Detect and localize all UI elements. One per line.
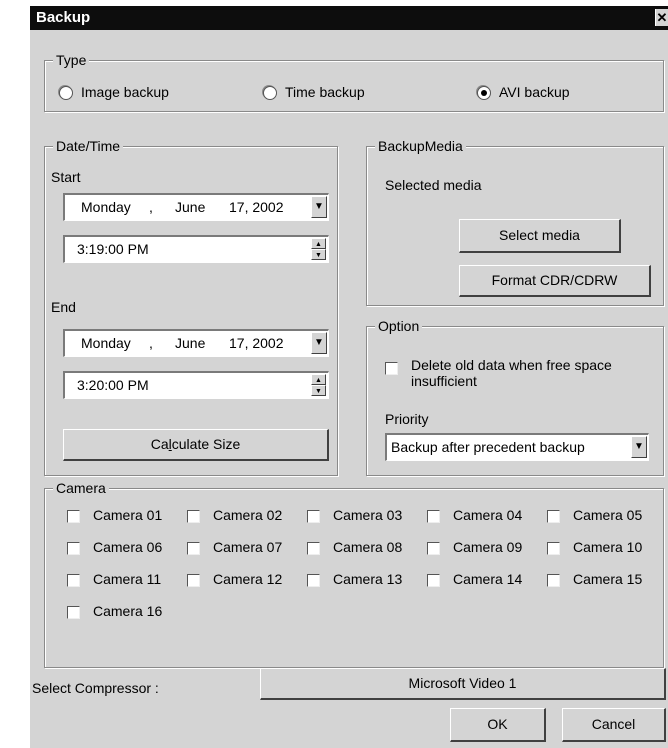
camera-label: Camera 12 bbox=[213, 571, 283, 587]
delete-old-data-checkbox[interactable] bbox=[385, 362, 398, 375]
type-group: Type Image backup Time backup AVI backup bbox=[44, 52, 664, 112]
backup-media-group-label: BackupMedia bbox=[375, 138, 466, 154]
calc-label-pre: Ca bbox=[150, 436, 169, 452]
chevron-down-icon[interactable]: ▼ bbox=[311, 332, 327, 354]
select-media-button[interactable]: Select media bbox=[459, 219, 621, 253]
camera-checkbox[interactable] bbox=[187, 510, 200, 523]
start-time-spinner[interactable]: ▲ ▼ bbox=[311, 238, 326, 260]
camera-checkbox[interactable] bbox=[427, 574, 440, 587]
option-group-label: Option bbox=[375, 318, 423, 334]
start-month: June bbox=[175, 199, 206, 215]
priority-value: Backup after precedent backup bbox=[391, 439, 585, 455]
datetime-group-label: Date/Time bbox=[53, 138, 124, 154]
backup-dialog: Backup ✕ Type Image backup Time backup A… bbox=[30, 6, 668, 748]
camera-checkbox[interactable] bbox=[67, 542, 80, 555]
camera-label: Camera 06 bbox=[93, 539, 163, 555]
cancel-button[interactable]: Cancel bbox=[562, 708, 666, 742]
camera-label: Camera 02 bbox=[213, 507, 283, 523]
camera-label: Camera 13 bbox=[333, 571, 403, 587]
calculate-size-button[interactable]: Calculate Size bbox=[63, 429, 329, 461]
camera-checkbox[interactable] bbox=[547, 542, 560, 555]
end-date-picker[interactable]: Monday , June 17, 2002 ▼ bbox=[63, 329, 329, 357]
chevron-down-icon[interactable]: ▼ bbox=[631, 436, 647, 458]
camera-checkbox[interactable] bbox=[67, 510, 80, 523]
camera-group-label: Camera bbox=[53, 480, 109, 496]
start-date-picker[interactable]: Monday , June 17, 2002 ▼ bbox=[63, 193, 329, 221]
end-weekday: Monday bbox=[81, 335, 131, 351]
camera-label: Camera 07 bbox=[213, 539, 283, 555]
camera-label: Camera 11 bbox=[93, 571, 162, 587]
radio-label: Image backup bbox=[81, 84, 169, 100]
camera-checkbox[interactable] bbox=[67, 574, 80, 587]
radio-label: Time backup bbox=[285, 84, 365, 100]
backup-media-group: BackupMedia Selected media Select media … bbox=[366, 138, 664, 306]
spin-down-icon[interactable]: ▼ bbox=[311, 249, 326, 260]
camera-label: Camera 09 bbox=[453, 539, 523, 555]
spin-up-icon[interactable]: ▲ bbox=[311, 374, 326, 385]
spin-down-icon[interactable]: ▼ bbox=[311, 385, 326, 396]
start-sep: , bbox=[149, 199, 153, 215]
camera-label: Camera 04 bbox=[453, 507, 523, 523]
start-day-year: 17, 2002 bbox=[229, 199, 284, 215]
delete-old-data-label-1: Delete old data when free space bbox=[411, 357, 612, 373]
compressor-label: Select Compressor : bbox=[32, 680, 159, 696]
format-cdr-button[interactable]: Format CDR/CDRW bbox=[459, 265, 651, 297]
camera-checkbox[interactable] bbox=[307, 542, 320, 555]
end-time-value: 3:20:00 PM bbox=[77, 377, 149, 393]
compressor-select-button[interactable]: Microsoft Video 1 bbox=[260, 668, 666, 700]
camera-checkbox[interactable] bbox=[307, 510, 320, 523]
end-month: June bbox=[175, 335, 206, 351]
end-day-year: 17, 2002 bbox=[229, 335, 284, 351]
camera-group: Camera Camera 01 Camera 02 Camera 03 Camera… bbox=[44, 480, 664, 668]
start-weekday: Monday bbox=[81, 199, 131, 215]
camera-label: Camera 01 bbox=[93, 507, 163, 523]
camera-label: Camera 10 bbox=[573, 539, 643, 555]
type-group-label: Type bbox=[53, 52, 90, 68]
option-group: Option Delete old data when free space i… bbox=[366, 318, 664, 476]
spin-up-icon[interactable]: ▲ bbox=[311, 238, 326, 249]
camera-checkbox[interactable] bbox=[427, 542, 440, 555]
delete-old-data-label-2: insufficient bbox=[411, 373, 477, 389]
radio-dot-icon bbox=[481, 90, 487, 96]
camera-checkbox[interactable] bbox=[547, 510, 560, 523]
radio-button-selected[interactable] bbox=[477, 86, 491, 100]
camera-label: Camera 08 bbox=[333, 539, 403, 555]
start-label: Start bbox=[51, 169, 81, 185]
radio-button[interactable] bbox=[59, 86, 73, 100]
camera-checkbox[interactable] bbox=[547, 574, 560, 587]
selected-media-text: Selected media bbox=[385, 177, 482, 193]
camera-checkbox[interactable] bbox=[187, 574, 200, 587]
camera-checkbox[interactable] bbox=[427, 510, 440, 523]
end-label: End bbox=[51, 299, 76, 315]
priority-label: Priority bbox=[385, 411, 429, 427]
radio-button[interactable] bbox=[263, 86, 277, 100]
radio-label: AVI backup bbox=[499, 84, 570, 100]
end-time-field[interactable]: 3:20:00 PM ▲ ▼ bbox=[63, 371, 329, 399]
priority-select[interactable]: Backup after precedent backup ▼ bbox=[385, 433, 649, 461]
close-icon[interactable]: ✕ bbox=[655, 9, 668, 26]
camera-label: Camera 15 bbox=[573, 571, 643, 587]
camera-label: Camera 14 bbox=[453, 571, 523, 587]
camera-checkbox[interactable] bbox=[67, 606, 80, 619]
calc-label-post: culate Size bbox=[171, 436, 241, 452]
ok-button[interactable]: OK bbox=[450, 708, 546, 742]
camera-label: Camera 05 bbox=[573, 507, 643, 523]
camera-checkbox[interactable] bbox=[307, 574, 320, 587]
end-time-spinner[interactable]: ▲ ▼ bbox=[311, 374, 326, 396]
camera-label: Camera 03 bbox=[333, 507, 403, 523]
datetime-group: Date/Time Start Monday , June 17, 2002 ▼… bbox=[44, 138, 338, 476]
chevron-down-icon[interactable]: ▼ bbox=[311, 196, 327, 218]
camera-label: Camera 16 bbox=[93, 603, 163, 619]
start-time-value: 3:19:00 PM bbox=[77, 241, 149, 257]
end-sep: , bbox=[149, 335, 153, 351]
window-title: Backup bbox=[36, 9, 91, 26]
start-time-field[interactable]: 3:19:00 PM ▲ ▼ bbox=[63, 235, 329, 263]
title-bar[interactable]: Backup ✕ bbox=[30, 6, 668, 30]
camera-checkbox[interactable] bbox=[187, 542, 200, 555]
